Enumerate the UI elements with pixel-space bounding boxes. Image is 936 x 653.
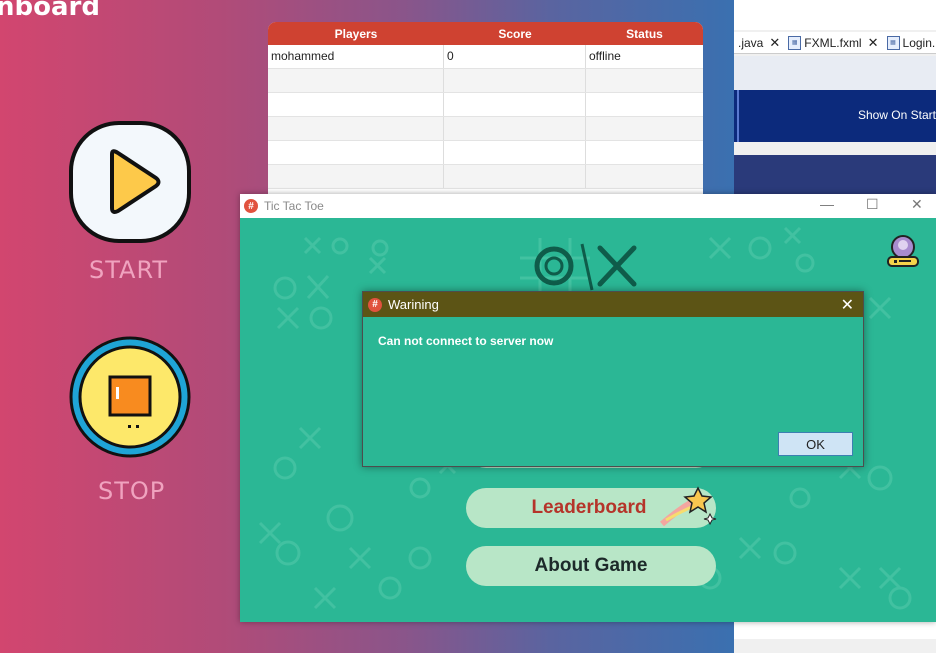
table-row[interactable] <box>268 69 703 93</box>
cell-status: offline <box>589 49 621 63</box>
column-header-status[interactable]: Status <box>586 22 703 45</box>
table-row[interactable]: mohammed 0 offline <box>268 45 703 69</box>
dialog-titlebar: # Warining ✕ <box>363 292 863 317</box>
cell-player <box>268 141 444 164</box>
ide-panel <box>734 155 936 195</box>
ide-tab-label: .java <box>738 35 764 50</box>
cell-score <box>444 165 586 188</box>
warning-dialog: # Warining ✕ Can not connect to server n… <box>362 291 864 467</box>
server-title: nboard <box>0 0 100 22</box>
ide-tab-java[interactable]: .java ✕ <box>734 32 784 53</box>
ide-tab-label: FXML.fxml <box>804 35 862 50</box>
window-titlebar: # Tic Tac Toe — ☐ ✕ <box>240 194 936 218</box>
app-icon: # <box>368 297 382 312</box>
cell-score <box>444 93 586 116</box>
close-icon[interactable]: ✕ <box>841 295 854 315</box>
ok-button[interactable]: OK <box>778 432 853 456</box>
start-label: START <box>89 256 169 284</box>
ide-tab-bar: .java ✕ ▦ FXML.fxml ✕ ▦ Login. <box>734 32 936 54</box>
close-icon[interactable]: ✕ <box>769 35 780 51</box>
profile-button[interactable] <box>884 232 922 270</box>
dialog-message: Can not connect to server now <box>378 334 554 348</box>
cell-status <box>586 93 703 116</box>
cell-player: mohammed <box>268 45 444 68</box>
cell-player <box>268 69 444 92</box>
minimize-icon[interactable]: — <box>820 196 834 212</box>
close-icon[interactable]: ✕ <box>911 196 923 213</box>
about-game-button[interactable]: About Game <box>466 546 716 586</box>
players-table: Players Score Status mohammed 0 offline <box>268 22 703 194</box>
ide-strip <box>734 56 936 90</box>
file-icon: ▦ <box>886 35 900 50</box>
cell-player <box>268 117 444 140</box>
cell-status <box>586 165 703 188</box>
maximize-icon[interactable]: ☐ <box>866 196 879 213</box>
cell-score: 0 <box>444 45 586 68</box>
table-row[interactable] <box>268 93 703 117</box>
table-row[interactable] <box>268 141 703 165</box>
about-game-label: About Game <box>534 555 648 576</box>
table-row[interactable] <box>268 165 703 189</box>
ide-tab-fxml[interactable]: ▦ FXML.fxml ✕ <box>784 32 882 53</box>
ide-banner: Show On Start <box>734 90 936 142</box>
start-button[interactable] <box>68 120 192 244</box>
play-icon <box>69 121 191 243</box>
cell-score <box>444 117 586 140</box>
column-header-score[interactable]: Score <box>444 22 586 45</box>
file-icon: ▦ <box>788 35 802 50</box>
column-header-players[interactable]: Players <box>268 22 444 45</box>
cell-score <box>444 69 586 92</box>
table-header: Players Score Status <box>268 22 703 45</box>
cell-status <box>586 117 703 140</box>
dialog-title: Warining <box>388 297 439 312</box>
cell-status <box>586 69 703 92</box>
ox-logo-icon <box>534 243 637 291</box>
stop-label: STOP <box>98 477 166 505</box>
show-on-start-checkbox[interactable]: Show On Start <box>858 108 936 122</box>
banner-divider <box>737 90 739 142</box>
leaderboard-label: Leaderboard <box>531 497 647 518</box>
cell-status <box>586 141 703 164</box>
cell-player <box>268 165 444 188</box>
table-body: mohammed 0 offline <box>268 45 703 189</box>
app-icon: # <box>244 199 258 213</box>
window-title: Tic Tac Toe <box>264 199 324 213</box>
star-icon <box>660 486 717 527</box>
cell-player <box>268 93 444 116</box>
stop-icon <box>69 336 191 458</box>
cell-score <box>444 141 586 164</box>
ide-toolbar <box>734 0 936 30</box>
table-row[interactable] <box>268 117 703 141</box>
ide-tab-label: Login. <box>902 35 936 50</box>
stop-button[interactable] <box>68 335 192 459</box>
avatar-icon <box>887 235 919 267</box>
leaderboard-button[interactable]: Leaderboard <box>466 486 717 528</box>
ide-tab-login[interactable]: ▦ Login. <box>883 32 936 53</box>
close-icon[interactable]: ✕ <box>868 35 879 51</box>
